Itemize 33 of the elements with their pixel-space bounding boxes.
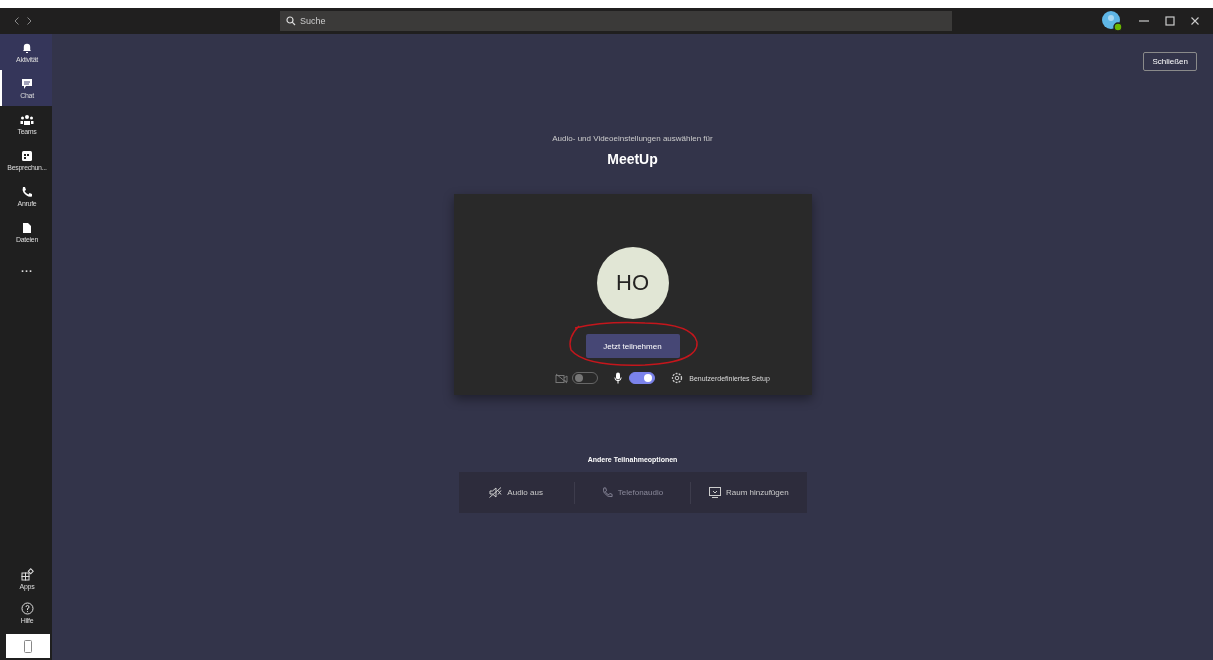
back-icon[interactable] xyxy=(14,17,19,25)
avatar: HO xyxy=(596,247,669,319)
camera-off-icon xyxy=(555,372,569,384)
avatar-icon[interactable] xyxy=(1101,10,1123,32)
option-button[interactable]: Raum hinzufügen xyxy=(691,472,807,513)
close-icon[interactable] xyxy=(1191,17,1199,25)
forward-icon[interactable] xyxy=(27,17,32,25)
close-button[interactable]: Schließen xyxy=(1143,52,1197,71)
join-button[interactable]: Jetzt teilnehmen xyxy=(585,334,680,358)
more-icon: ... xyxy=(20,262,34,274)
search-field[interactable]: Suche xyxy=(280,11,952,31)
maximize-icon[interactable] xyxy=(1165,16,1175,26)
microphone-toggle[interactable] xyxy=(629,372,656,384)
help-icon xyxy=(20,602,34,615)
heading: Audio- und Videoeinstellungen auswählen für xyxy=(552,134,713,143)
phone-icon xyxy=(21,185,33,198)
people-icon xyxy=(20,113,34,126)
meeting-title: MeetUp xyxy=(607,151,658,167)
mobile-button[interactable] xyxy=(6,634,50,658)
calendar-icon xyxy=(21,149,33,162)
sidebar-item[interactable]: ... xyxy=(0,250,52,286)
chat-icon xyxy=(21,77,33,90)
option-button[interactable]: Audio aus xyxy=(458,472,574,513)
bell-icon xyxy=(21,41,33,54)
file-icon xyxy=(21,221,33,234)
microphone-icon xyxy=(614,372,623,384)
room-icon xyxy=(708,487,721,498)
phone-device-icon xyxy=(24,639,32,653)
search-icon xyxy=(286,16,296,26)
apps-icon xyxy=(20,568,34,581)
phone-icon xyxy=(601,487,613,498)
speaker-off-icon xyxy=(489,487,503,498)
settings-icon xyxy=(671,372,684,384)
